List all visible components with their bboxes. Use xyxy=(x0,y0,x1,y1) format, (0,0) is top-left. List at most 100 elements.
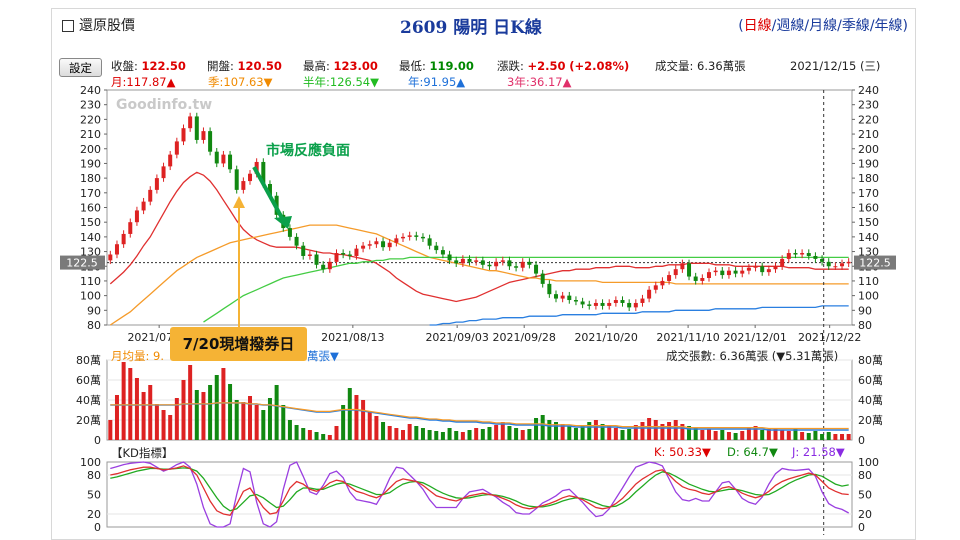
candle-body xyxy=(174,141,179,155)
candle-body xyxy=(440,250,445,255)
volume-bar xyxy=(141,392,146,440)
volume-ma-line-secondary xyxy=(110,402,849,430)
volume-bar xyxy=(627,429,632,440)
volume-bar xyxy=(480,429,485,440)
date-tick-label: 2021/09/28 xyxy=(492,331,555,344)
price-tick-label-right: 170 xyxy=(858,187,879,200)
volume-bar xyxy=(527,429,532,440)
candle-body xyxy=(740,270,745,274)
current-price-label-right: 122.5 xyxy=(859,257,891,270)
volume-bar xyxy=(148,385,153,440)
market-reaction-annotation: 市場反應負面 xyxy=(266,143,350,159)
volume-bar xyxy=(467,430,472,440)
date-tick-label: 2021/10/20 xyxy=(574,331,637,344)
candle-body xyxy=(507,260,512,267)
candle-body xyxy=(208,131,213,152)
volume-bar xyxy=(806,433,811,440)
volume-bar xyxy=(214,375,219,440)
volume-bar xyxy=(693,428,698,440)
volume-bar xyxy=(786,431,791,440)
candle-body xyxy=(793,253,798,255)
volume-bar xyxy=(780,430,785,440)
kd-tick-label-left: 50 xyxy=(87,489,101,502)
volume-bar xyxy=(587,422,592,440)
volume-bar xyxy=(208,385,213,440)
market-arrow-shaft xyxy=(252,166,284,219)
volume-bar xyxy=(407,424,412,440)
candle-body xyxy=(387,242,392,248)
candle-body xyxy=(760,266,765,273)
volume-bar xyxy=(567,426,572,440)
volume-bar xyxy=(307,430,312,440)
volume-bar xyxy=(321,434,326,440)
price-tick-label-left: 100 xyxy=(80,290,101,303)
current-price-label-left: 122.5 xyxy=(66,257,98,270)
candle-body xyxy=(720,270,725,276)
price-tick-label-left: 190 xyxy=(80,157,101,170)
date-tick-label: 2021/12/01 xyxy=(723,331,786,344)
candle-body xyxy=(341,253,346,255)
volume-bar xyxy=(494,425,499,440)
volume-bar xyxy=(248,396,253,440)
volume-ma-label-tail: 萬張▼ xyxy=(307,349,339,363)
candle-body xyxy=(154,178,159,190)
candle-body xyxy=(700,278,705,281)
volume-bar xyxy=(740,431,745,440)
candle-body xyxy=(607,302,612,306)
candle-body xyxy=(540,273,545,284)
price-tick-label-left: 240 xyxy=(80,84,101,97)
candle-body xyxy=(840,263,845,267)
candle-body xyxy=(527,261,532,265)
date-tick-label: 2021/11/10 xyxy=(656,331,719,344)
volume-bar xyxy=(726,432,731,440)
candle-body xyxy=(806,253,811,256)
price-tick-label-left: 220 xyxy=(80,113,101,126)
candle-body xyxy=(134,210,139,223)
volume-bar xyxy=(846,434,851,440)
candle-body xyxy=(494,261,499,267)
event-arrow-head xyxy=(233,196,245,208)
candle-body xyxy=(773,266,778,270)
kd-tick-label-left: 100 xyxy=(80,456,101,469)
volume-bar xyxy=(128,368,133,440)
candle-body xyxy=(587,304,592,306)
volume-bar xyxy=(460,432,465,440)
volume-bar xyxy=(813,431,818,440)
candle-body xyxy=(228,154,233,170)
volume-bar xyxy=(241,402,246,440)
volume-bar xyxy=(401,430,406,440)
kd-tick-label-left: 80 xyxy=(87,469,101,482)
volume-bar xyxy=(800,432,805,440)
volume-bar xyxy=(667,422,672,440)
price-tick-label-right: 140 xyxy=(858,231,879,244)
price-tick-label-left: 180 xyxy=(80,172,101,185)
ma-line-半年 xyxy=(203,256,849,323)
candle-body xyxy=(201,131,206,140)
price-tick-label-left: 90 xyxy=(87,304,101,317)
candle-body xyxy=(693,276,698,281)
volume-ma-label: 月均量: 9. xyxy=(111,349,165,363)
candle-body xyxy=(620,300,625,303)
volume-bar xyxy=(234,400,239,440)
kd-d-label: D: 64.7▼ xyxy=(727,445,778,459)
candle-body xyxy=(301,245,306,256)
volume-readout: 成交張數: 6.36萬張 (▼5.31萬張) xyxy=(666,349,839,363)
price-tick-label-left: 140 xyxy=(80,231,101,244)
candle-body xyxy=(414,235,419,237)
price-tick-label-left: 110 xyxy=(80,275,101,288)
candle-body xyxy=(567,295,572,301)
candle-body xyxy=(307,254,312,256)
price-tick-label-right: 190 xyxy=(858,157,879,170)
candle-body xyxy=(427,238,432,246)
volume-bar xyxy=(487,427,492,440)
volume-tick-label-left: 20萬 xyxy=(76,414,101,427)
kd-tick-label-left: 0 xyxy=(94,521,101,534)
volume-tick-label-left: 60萬 xyxy=(76,374,101,387)
price-tick-label-right: 240 xyxy=(858,84,879,97)
candle-body xyxy=(826,261,831,267)
candle-body xyxy=(487,264,492,267)
volume-ma-line xyxy=(110,402,849,431)
price-tick-label-left: 160 xyxy=(80,202,101,215)
volume-bar xyxy=(534,418,539,440)
price-tick-label-left: 170 xyxy=(80,187,101,200)
